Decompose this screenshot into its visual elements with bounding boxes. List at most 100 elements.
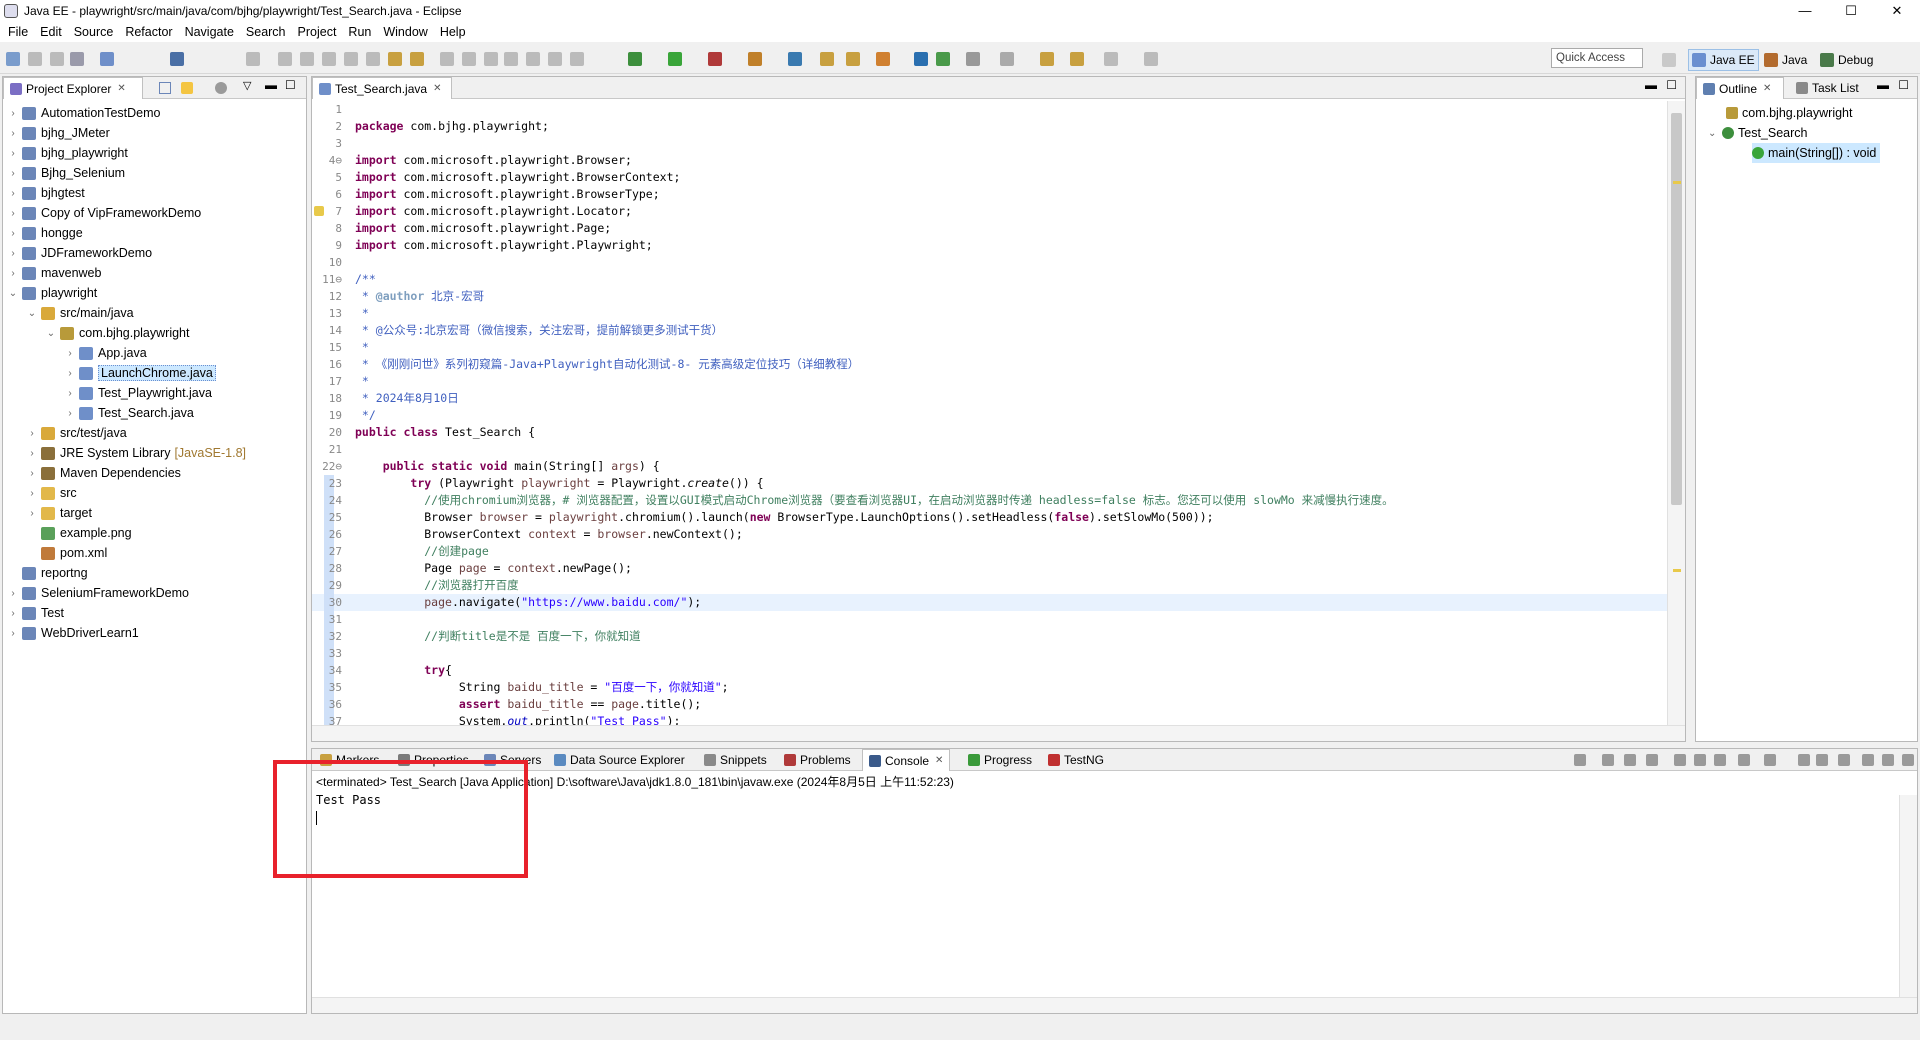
tree-item[interactable]: › Test <box>3 603 306 623</box>
code-line[interactable]: 32 //判断title是不是 百度一下，你就知道 <box>312 628 1667 645</box>
chevron-right-icon[interactable]: › <box>7 628 19 639</box>
warning-marker[interactable] <box>1673 569 1681 572</box>
toolbar-button-icon[interactable] <box>462 52 476 66</box>
chevron-down-icon[interactable]: ⌄ <box>7 288 19 299</box>
toolbar-button-icon[interactable] <box>914 52 928 66</box>
maximize-view-icon[interactable]: ☐ <box>1666 78 1677 92</box>
tree-item[interactable]: › target <box>3 503 306 523</box>
code-line[interactable]: 25 Browser browser = playwright.chromium… <box>312 509 1667 526</box>
code-line[interactable]: 18 * 2024年8月10日 <box>312 390 1667 407</box>
perspective-java[interactable]: Java <box>1764 49 1807 71</box>
console-horizontal-scrollbar[interactable] <box>312 997 1917 1013</box>
toolbar-button-icon[interactable] <box>966 52 980 66</box>
collapse-all-icon[interactable] <box>159 82 171 94</box>
code-line[interactable]: 33 <box>312 645 1667 662</box>
toolbar-button-icon[interactable] <box>846 52 860 66</box>
code-line[interactable]: 1 <box>312 101 1667 118</box>
toolbar-button-icon[interactable] <box>410 52 424 66</box>
tree-item[interactable]: › Maven Dependencies <box>3 463 306 483</box>
console-toolbar-icon[interactable] <box>1624 754 1636 766</box>
toolbar-button-icon[interactable] <box>344 52 358 66</box>
toolbar-button-icon[interactable] <box>1070 52 1084 66</box>
code-line[interactable]: 2 package com.bjhg.playwright; <box>312 118 1667 135</box>
close-window-button[interactable]: ✕ <box>1874 0 1920 22</box>
console-toolbar-icon[interactable] <box>1816 754 1828 766</box>
chevron-right-icon[interactable]: › <box>26 508 38 519</box>
tree-item[interactable]: › Copy of VipFrameworkDemo <box>3 203 306 223</box>
toolbar-button-icon[interactable] <box>246 52 260 66</box>
toolbar-button-icon[interactable] <box>504 52 518 66</box>
tree-item[interactable]: example.png <box>3 523 306 543</box>
console-toolbar-icon[interactable] <box>1882 754 1894 766</box>
code-line[interactable]: 22⊖ public static void main(String[] arg… <box>312 458 1667 475</box>
console-vertical-scrollbar[interactable] <box>1899 795 1917 997</box>
close-icon[interactable]: ✕ <box>117 83 125 94</box>
maximize-view-icon[interactable]: ☐ <box>1898 78 1909 92</box>
toolbar-button-icon[interactable] <box>936 52 950 66</box>
toolbar-button-icon[interactable] <box>388 52 402 66</box>
menu-edit[interactable]: Edit <box>34 25 68 39</box>
code-line[interactable]: 10 <box>312 254 1667 271</box>
code-line[interactable]: 15 * <box>312 339 1667 356</box>
tree-item[interactable]: › App.java <box>3 343 306 363</box>
code-line[interactable]: 7 import com.microsoft.playwright.Locator… <box>312 203 1667 220</box>
console-toolbar-icon[interactable] <box>1646 754 1658 766</box>
code-line[interactable]: 20 public class Test_Search { <box>312 424 1667 441</box>
chevron-right-icon[interactable]: › <box>26 488 38 499</box>
console-toolbar-icon[interactable] <box>1738 754 1750 766</box>
menu-run[interactable]: Run <box>342 25 377 39</box>
code-line[interactable]: 13 * <box>312 305 1667 322</box>
tree-item[interactable]: › src <box>3 483 306 503</box>
toolbar-button-icon[interactable] <box>748 52 762 66</box>
chevron-right-icon[interactable]: › <box>7 148 19 159</box>
perspective-java-ee[interactable]: Java EE <box>1688 49 1759 71</box>
console-toolbar-icon[interactable] <box>1838 754 1850 766</box>
menu-window[interactable]: Window <box>377 25 433 39</box>
link-with-editor-icon[interactable] <box>181 82 193 94</box>
code-line[interactable]: 35 String baidu_title = "百度一下，你就知道"; <box>312 679 1667 696</box>
outline-item-package[interactable]: com.bjhg.playwright <box>1726 103 1852 123</box>
code-line[interactable]: 24 //使用chromium浏览器，# 浏览器配置，设置以GUI模式启动Chr… <box>312 492 1667 509</box>
chevron-down-icon[interactable]: ⌄ <box>1708 128 1722 139</box>
filter-icon[interactable] <box>215 82 227 94</box>
code-line[interactable]: 8 import com.microsoft.playwright.Page; <box>312 220 1667 237</box>
toolbar-button-icon[interactable] <box>100 52 114 66</box>
tree-item[interactable]: ⌄ playwright <box>3 283 306 303</box>
menu-file[interactable]: File <box>2 25 34 39</box>
chevron-down-icon[interactable]: ⌄ <box>45 328 57 339</box>
minimize-view-icon[interactable]: ▬ <box>1877 78 1889 92</box>
maximize-button[interactable]: ☐ <box>1828 0 1874 22</box>
chevron-right-icon[interactable]: › <box>7 188 19 199</box>
chevron-right-icon[interactable]: › <box>7 208 19 219</box>
menu-help[interactable]: Help <box>434 25 472 39</box>
tab-progress[interactable]: Progress <box>962 749 1038 771</box>
code-line[interactable]: 34 try{ <box>312 662 1667 679</box>
tree-item[interactable]: › bjhg_playwright <box>3 143 306 163</box>
console-toolbar-icon[interactable] <box>1764 754 1776 766</box>
tree-item[interactable]: ⌄ com.bjhg.playwright <box>3 323 306 343</box>
menu-source[interactable]: Source <box>68 25 120 39</box>
console-toolbar-icon[interactable] <box>1602 754 1614 766</box>
toolbar-button-icon[interactable] <box>300 52 314 66</box>
code-line[interactable]: 31 <box>312 611 1667 628</box>
minimize-view-icon[interactable]: ▬ <box>265 78 277 92</box>
tree-item[interactable]: › JRE System Library [JavaSE-1.8] <box>3 443 306 463</box>
tab-data-source-explorer[interactable]: Data Source Explorer <box>548 749 691 771</box>
code-line[interactable]: 16 * 《刚刚问世》系列初窥篇-Java+Playwright自动化测试-8-… <box>312 356 1667 373</box>
console-toolbar-icon[interactable] <box>1674 754 1686 766</box>
toolbar-button-icon[interactable] <box>440 52 454 66</box>
chevron-right-icon[interactable]: › <box>64 348 76 359</box>
code-line[interactable]: 27 //创建page <box>312 543 1667 560</box>
console-toolbar-icon[interactable] <box>1574 754 1586 766</box>
tree-item[interactable]: reportng <box>3 563 306 583</box>
code-line[interactable]: 11⊖ /** <box>312 271 1667 288</box>
chevron-right-icon[interactable]: › <box>26 448 38 459</box>
chevron-right-icon[interactable]: › <box>26 468 38 479</box>
console-toolbar-icon[interactable] <box>1798 754 1810 766</box>
code-line[interactable]: 36 assert baidu_title == page.title(); <box>312 696 1667 713</box>
code-line[interactable]: 14 * @公众号:北京宏哥（微信搜索，关注宏哥，提前解锁更多测试干货） <box>312 322 1667 339</box>
toolbar-button-icon[interactable] <box>708 52 722 66</box>
toolbar-button-icon[interactable] <box>366 52 380 66</box>
editor-horizontal-scrollbar[interactable] <box>312 725 1685 741</box>
toolbar-button-icon[interactable] <box>278 52 292 66</box>
